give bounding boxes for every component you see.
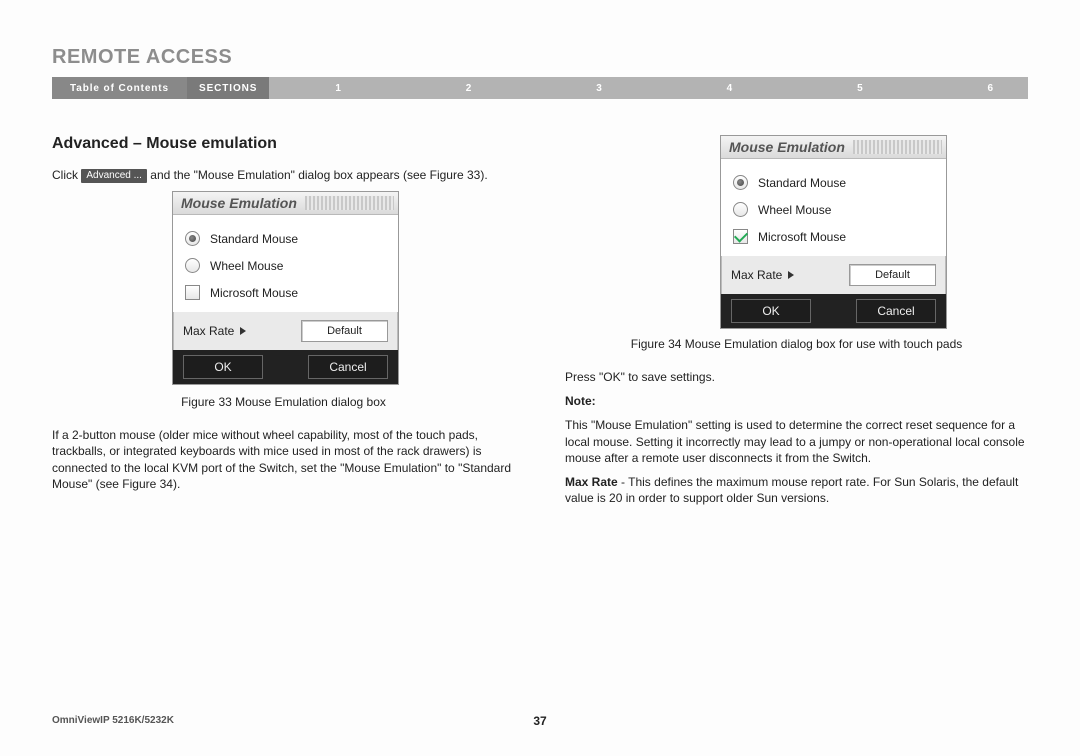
option-microsoft-mouse[interactable]: Microsoft Mouse	[733, 223, 934, 250]
option-label: Microsoft Mouse	[210, 286, 298, 300]
mouse-emulation-dialog-34: Mouse Emulation Standard Mouse Wheel Mou…	[720, 135, 947, 329]
option-wheel-mouse[interactable]: Wheel Mouse	[733, 196, 934, 223]
mouse-emulation-dialog-33: Mouse Emulation Standard Mouse Wheel Mou…	[172, 191, 399, 385]
ok-button[interactable]: OK	[183, 355, 263, 379]
dialog-titlebar: Mouse Emulation	[173, 192, 398, 215]
option-label: Standard Mouse	[210, 232, 298, 246]
option-label: Microsoft Mouse	[758, 230, 846, 244]
dialog-button-row: OK Cancel	[173, 350, 398, 384]
nav-section-1[interactable]: 1	[329, 83, 347, 94]
option-wheel-mouse[interactable]: Wheel Mouse	[185, 252, 386, 279]
dialog-maxrate-row: Max Rate Default	[721, 256, 946, 294]
dialog-title: Mouse Emulation	[721, 139, 853, 155]
cancel-button[interactable]: Cancel	[308, 355, 388, 379]
nav-section-2[interactable]: 2	[460, 83, 478, 94]
dialog-title: Mouse Emulation	[173, 195, 305, 211]
footer-page-number: 37	[52, 714, 1028, 728]
chevron-right-icon	[240, 327, 246, 335]
left-column: Advanced – Mouse emulation Click Advance…	[52, 135, 515, 514]
maxrate-label: Max Rate	[731, 268, 782, 282]
nav-section-6[interactable]: 6	[982, 83, 1000, 94]
subheading: Advanced – Mouse emulation	[52, 135, 515, 153]
intro-post: and the "Mouse Emulation" dialog box app…	[150, 168, 487, 182]
ok-button[interactable]: OK	[731, 299, 811, 323]
maxrate-combo[interactable]: Default	[849, 264, 936, 286]
right-column: Mouse Emulation Standard Mouse Wheel Mou…	[565, 135, 1028, 514]
note-body: This "Mouse Emulation" setting is used t…	[565, 417, 1028, 466]
chevron-right-icon	[788, 271, 794, 279]
nav-toc-link[interactable]: Table of Contents	[52, 77, 187, 99]
option-label: Wheel Mouse	[210, 259, 283, 273]
nav-bar: Table of Contents SECTIONS 1 2 3 4 5 6	[52, 77, 1028, 99]
left-paragraph-2: If a 2-button mouse (older mice without …	[52, 427, 515, 492]
nav-section-3[interactable]: 3	[590, 83, 608, 94]
option-standard-mouse[interactable]: Standard Mouse	[733, 169, 934, 196]
checkbox-icon	[733, 229, 748, 244]
titlebar-grip-icon	[853, 140, 942, 154]
press-ok-text: Press "OK" to save settings.	[565, 369, 1028, 385]
dialog-maxrate-row: Max Rate Default	[173, 312, 398, 350]
figure-33: Mouse Emulation Standard Mouse Wheel Mou…	[172, 191, 515, 385]
radio-icon	[185, 231, 200, 246]
maxrate-paragraph: Max Rate - This defines the maximum mous…	[565, 474, 1028, 506]
maxrate-label: Max Rate	[183, 324, 234, 338]
nav-section-numbers: 1 2 3 4 5 6	[269, 77, 1028, 99]
figure-34: Mouse Emulation Standard Mouse Wheel Mou…	[720, 135, 1028, 329]
maxrate-text: - This defines the maximum mouse report …	[565, 475, 1018, 505]
titlebar-grip-icon	[305, 196, 394, 210]
option-label: Wheel Mouse	[758, 203, 831, 217]
option-label: Standard Mouse	[758, 176, 846, 190]
dialog-titlebar: Mouse Emulation	[721, 136, 946, 159]
radio-icon	[733, 202, 748, 217]
nav-section-5[interactable]: 5	[851, 83, 869, 94]
option-microsoft-mouse[interactable]: Microsoft Mouse	[185, 279, 386, 306]
note-label: Note:	[565, 394, 596, 408]
dialog-button-row: OK Cancel	[721, 294, 946, 328]
intro-paragraph: Click Advanced ... and the "Mouse Emulat…	[52, 167, 515, 183]
page-title: REMOTE ACCESS	[52, 46, 1028, 69]
option-standard-mouse[interactable]: Standard Mouse	[185, 225, 386, 252]
radio-icon	[733, 175, 748, 190]
advanced-button[interactable]: Advanced ...	[81, 169, 147, 183]
figure-34-caption: Figure 34 Mouse Emulation dialog box for…	[565, 337, 1028, 351]
maxrate-combo[interactable]: Default	[301, 320, 388, 342]
nav-sections-label: SECTIONS	[187, 77, 269, 99]
maxrate-bold: Max Rate	[565, 475, 618, 489]
figure-33-caption: Figure 33 Mouse Emulation dialog box	[52, 395, 515, 409]
radio-icon	[185, 258, 200, 273]
intro-pre: Click	[52, 168, 78, 182]
page-footer: OmniViewIP 5216K/5232K 37	[52, 715, 1028, 726]
nav-section-4[interactable]: 4	[721, 83, 739, 94]
cancel-button[interactable]: Cancel	[856, 299, 936, 323]
checkbox-icon	[185, 285, 200, 300]
